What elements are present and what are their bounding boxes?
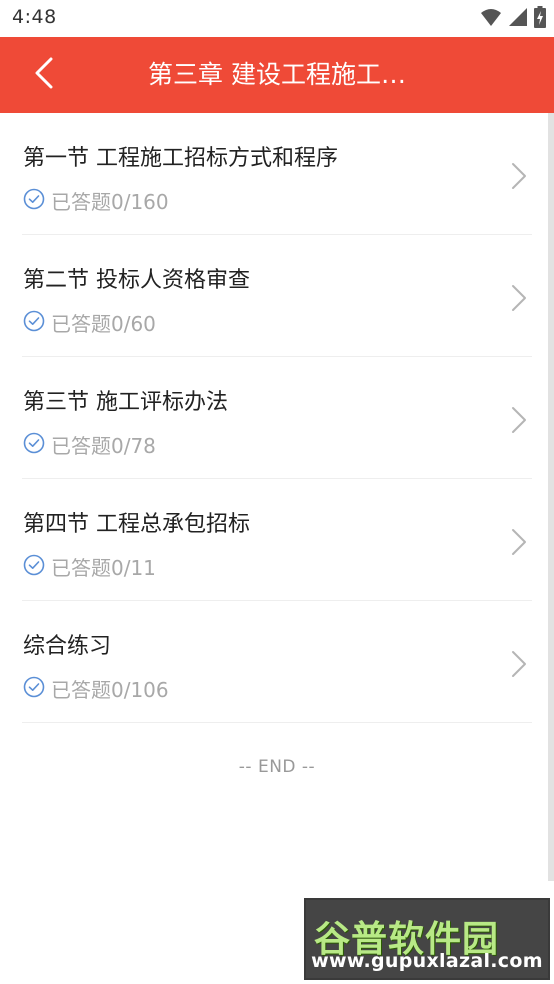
section-progress: 已答题0/78 <box>23 430 156 459</box>
progress-text: 已答题0/106 <box>51 678 169 702</box>
back-button[interactable] <box>18 49 70 101</box>
chevron-right-icon <box>510 283 528 313</box>
progress-text: 已答题0/78 <box>51 434 156 458</box>
chevron-right-icon <box>510 405 528 435</box>
status-bar: 4:48 <box>0 0 554 37</box>
signal-icon <box>508 7 528 31</box>
battery-icon <box>534 6 546 32</box>
chevron-right-icon <box>510 649 528 679</box>
list-item[interactable]: 第一节 工程施工招标方式和程序 已答题0/160 <box>0 113 554 235</box>
check-circle-icon <box>23 676 45 702</box>
section-title: 第一节 工程施工招标方式和程序 <box>23 146 338 171</box>
section-progress: 已答题0/160 <box>23 186 169 215</box>
check-circle-icon <box>23 554 45 580</box>
section-progress: 已答题0/11 <box>23 552 156 581</box>
divider <box>22 722 532 723</box>
section-title: 第四节 工程总承包招标 <box>23 512 250 537</box>
section-title: 综合练习 <box>23 634 112 659</box>
chevron-right-icon <box>510 161 528 191</box>
section-progress: 已答题0/106 <box>23 674 169 703</box>
progress-text: 已答题0/60 <box>51 312 156 336</box>
list-item[interactable]: 第二节 投标人资格审查 已答题0/60 <box>0 235 554 357</box>
progress-text: 已答题0/160 <box>51 190 169 214</box>
check-circle-icon <box>23 432 45 458</box>
status-icons <box>480 6 546 32</box>
list-item[interactable]: 综合练习 已答题0/106 <box>0 601 554 723</box>
watermark: 谷普软件园 www.gupuxlazal.com <box>304 898 550 980</box>
section-title: 第三节 施工评标办法 <box>23 390 228 415</box>
chevron-right-icon <box>510 527 528 557</box>
section-list: 第一节 工程施工招标方式和程序 已答题0/160 第二节 投标人资格审查 已答题… <box>0 113 554 723</box>
watermark-url: www.gupuxlazal.com <box>311 950 543 972</box>
section-title: 第二节 投标人资格审查 <box>23 268 250 293</box>
check-circle-icon <box>23 310 45 336</box>
list-item[interactable]: 第三节 施工评标办法 已答题0/78 <box>0 357 554 479</box>
scrollbar-track <box>548 113 554 881</box>
wifi-icon <box>480 7 502 31</box>
progress-text: 已答题0/11 <box>51 556 156 580</box>
chevron-left-icon <box>34 57 54 93</box>
app-bar: 第三章 建设工程施工… <box>0 37 554 113</box>
status-time: 4:48 <box>12 6 57 28</box>
check-circle-icon <box>23 188 45 214</box>
page-title: 第三章 建设工程施工… <box>148 60 406 89</box>
end-of-list-text: -- END -- <box>238 757 316 777</box>
section-progress: 已答题0/60 <box>23 308 156 337</box>
list-item[interactable]: 第四节 工程总承包招标 已答题0/11 <box>0 479 554 601</box>
